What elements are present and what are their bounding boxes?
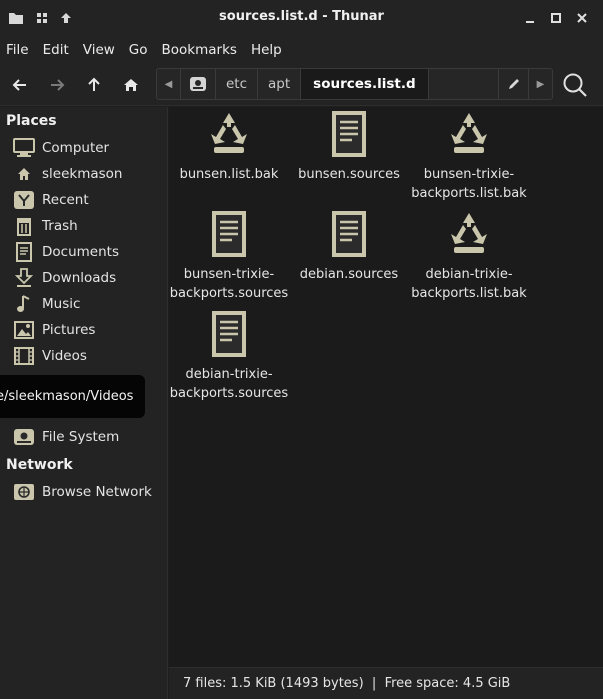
forward-button[interactable]	[44, 72, 70, 98]
sidebar-item-downloads[interactable]: Downloads	[12, 266, 162, 290]
file-name-line: bunsen-trixie-	[183, 267, 275, 282]
edit-location-button[interactable]	[498, 69, 528, 99]
search-button[interactable]	[560, 70, 590, 100]
file-item[interactable]: bunsen-trixie- backports.sources	[169, 209, 289, 303]
drive-icon	[12, 426, 36, 448]
path-spacer	[429, 69, 498, 99]
sidebar-item-recent[interactable]: Recent	[12, 188, 162, 212]
network-heading: Network	[6, 457, 73, 473]
sidebar-label: Recent	[42, 192, 89, 208]
close-button[interactable]	[572, 8, 592, 28]
pictures-icon	[12, 319, 36, 341]
up-button[interactable]	[81, 72, 107, 98]
sidebar-item-file-system[interactable]: File System	[12, 425, 162, 449]
file-item[interactable]: debian-trixie- backports.sources	[169, 309, 289, 403]
maximize-button[interactable]	[546, 8, 566, 28]
sidebar-label: Computer	[42, 140, 110, 156]
file-name-line: backports.sources	[169, 286, 289, 301]
minimize-button[interactable]	[520, 8, 540, 28]
file-item[interactable]: bunsen.list.bak	[169, 109, 289, 184]
path-scroll-left-button[interactable]: ◀	[157, 69, 181, 99]
title-bar: sources.list.d - Thunar	[0, 0, 603, 36]
file-item[interactable]: debian.sources	[289, 209, 409, 284]
pencil-icon	[508, 79, 519, 89]
status-text: 7 files: 1.5 KiB (1493 bytes) | Free spa…	[183, 676, 511, 691]
file-item[interactable]: bunsen.sources	[289, 109, 409, 184]
sidebar-item-music[interactable]: Music	[12, 292, 162, 316]
arrow-up-icon	[88, 77, 100, 91]
status-bar: 7 files: 1.5 KiB (1493 bytes) | Free spa…	[169, 667, 603, 699]
path-segment-apt[interactable]: apt	[258, 69, 302, 99]
menu-bar: File Edit View Go Bookmarks Help	[0, 36, 603, 64]
menu-go[interactable]: Go	[129, 42, 148, 58]
search-icon	[563, 73, 587, 97]
sidebar-label: sleekmason	[42, 166, 123, 182]
menu-bookmarks[interactable]: Bookmarks	[162, 42, 237, 58]
recycle-icon	[211, 113, 247, 153]
places-heading: Places	[6, 113, 57, 129]
sidebar-label: Browse Network	[42, 484, 152, 500]
sidebar-item-computer[interactable]: Computer	[12, 136, 162, 160]
file-item[interactable]: debian-trixie- backports.list.bak	[409, 209, 529, 303]
computer-icon	[12, 137, 36, 159]
file-name-line: bunsen.sources	[298, 167, 400, 182]
arrow-left-icon	[12, 79, 26, 91]
tooltip: e/sleekmason/Videos	[0, 375, 145, 418]
path-bar: ◀ etc apt sources.list.d ▶	[156, 68, 553, 100]
trash-icon	[12, 215, 36, 237]
path-root-button[interactable]	[181, 69, 216, 99]
home-icon	[124, 79, 138, 91]
text-file-icon	[212, 311, 246, 357]
menu-view[interactable]: View	[83, 42, 115, 58]
network-icon	[12, 481, 36, 503]
file-name-line: backports.list.bak	[411, 186, 527, 201]
back-button[interactable]	[7, 72, 33, 98]
recent-icon	[12, 189, 36, 211]
recycle-icon	[451, 113, 487, 153]
sidebar-item-documents[interactable]: Documents	[12, 240, 162, 264]
sidebar-label: Downloads	[42, 270, 117, 286]
videos-icon	[12, 345, 36, 367]
file-name-line: bunsen.list.bak	[179, 167, 279, 182]
arrow-right-icon	[51, 79, 65, 91]
path-segment-current[interactable]: sources.list.d	[301, 69, 429, 99]
sidebar-item-pictures[interactable]: Pictures	[12, 318, 162, 342]
sidebar-item-videos[interactable]: Videos	[12, 344, 162, 368]
text-file-icon	[332, 211, 366, 257]
drive-icon	[190, 77, 206, 91]
downloads-icon	[12, 267, 36, 289]
sidebar-label: Music	[42, 296, 81, 312]
home-button[interactable]	[118, 72, 144, 98]
menu-file[interactable]: File	[6, 42, 29, 58]
tooltip-text: e/sleekmason/Videos	[0, 389, 134, 404]
sidebar-label: Documents	[42, 244, 119, 260]
music-icon	[12, 293, 36, 315]
sidebar-label: Pictures	[42, 322, 96, 338]
file-name-line: backports.list.bak	[411, 286, 527, 301]
file-item[interactable]: bunsen-trixie- backports.list.bak	[409, 109, 529, 203]
sidebar-label: File System	[42, 429, 120, 445]
sidebar-item-browse-network[interactable]: Browse Network	[12, 480, 162, 504]
recycle-icon	[451, 213, 487, 253]
file-name-line: debian.sources	[299, 267, 399, 282]
documents-icon	[12, 241, 36, 263]
sidebar-label: Videos	[42, 348, 87, 364]
sidebar-item-home[interactable]: sleekmason	[12, 162, 162, 186]
path-scroll-right-button[interactable]: ▶	[528, 69, 552, 99]
window-title: sources.list.d - Thunar	[219, 9, 384, 24]
sidebar-item-trash[interactable]: Trash	[12, 214, 162, 238]
sidebar-label: Trash	[42, 218, 78, 234]
text-file-icon	[332, 111, 366, 157]
file-name-line: backports.sources	[169, 386, 289, 401]
file-name-line: debian-trixie-	[425, 267, 513, 282]
file-name-line: debian-trixie-	[185, 367, 273, 382]
file-view[interactable]: bunsen.list.bak bunsen.sources bunsen-tr…	[169, 107, 603, 667]
home-icon	[12, 163, 36, 185]
menu-help[interactable]: Help	[251, 42, 282, 58]
file-name-line: bunsen-trixie-	[423, 167, 515, 182]
path-segment-etc[interactable]: etc	[216, 69, 259, 99]
menu-edit[interactable]: Edit	[43, 42, 69, 58]
text-file-icon	[212, 211, 246, 257]
